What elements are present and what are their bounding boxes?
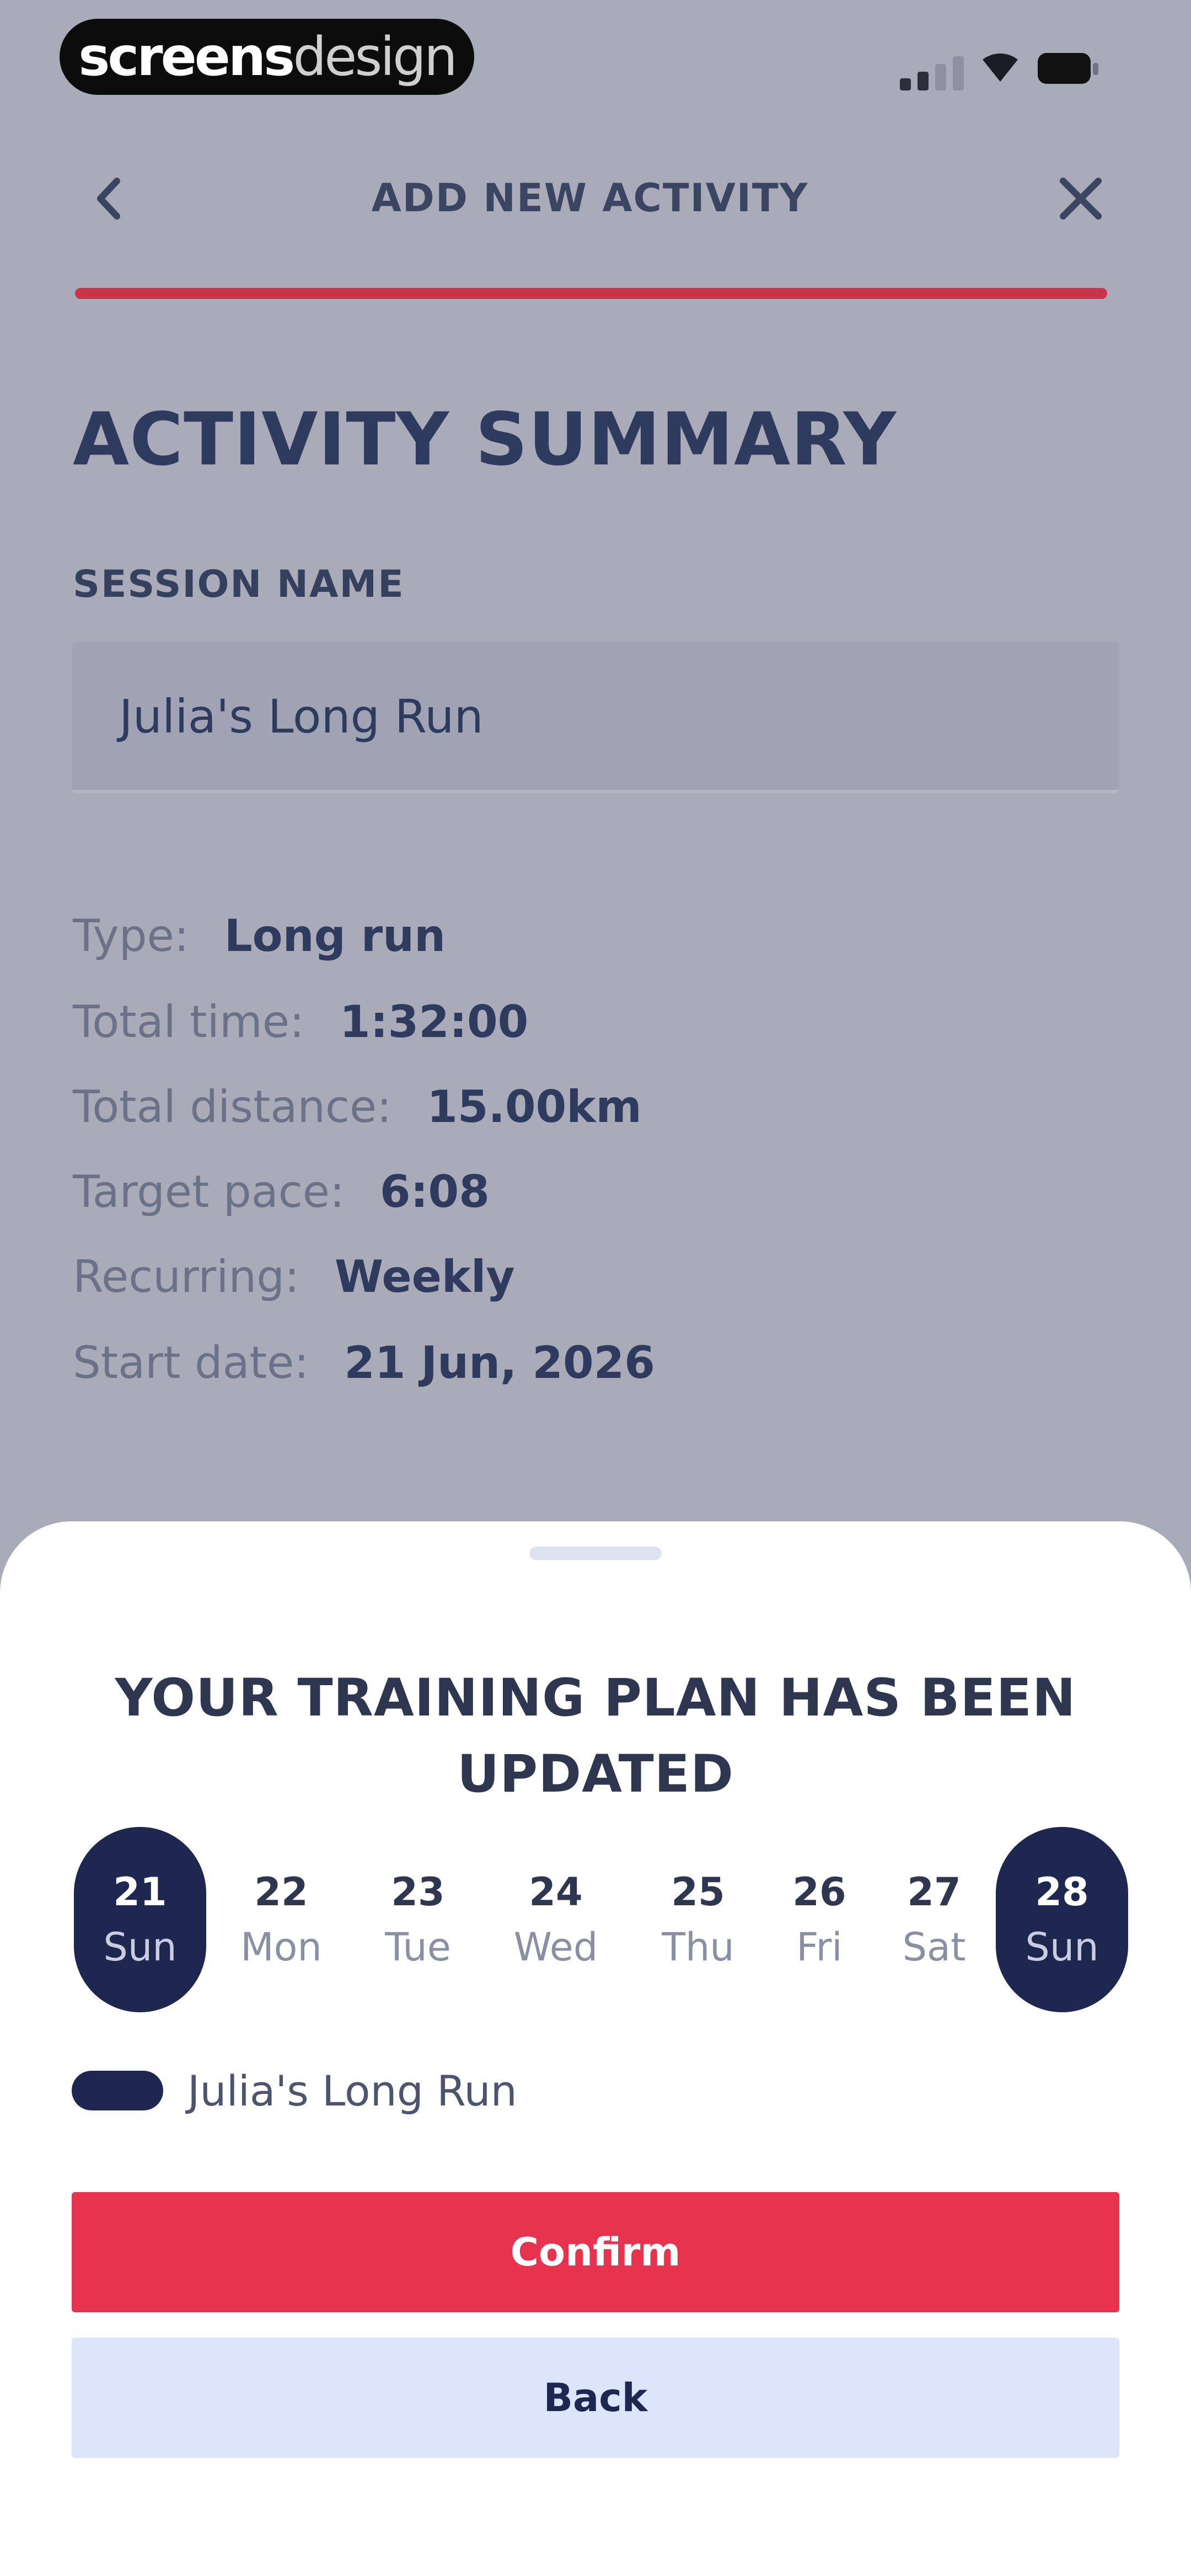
detail-label: Total distance: bbox=[73, 1081, 392, 1132]
day-name: Mon bbox=[240, 1925, 322, 1970]
day-number: 24 bbox=[529, 1869, 583, 1915]
confirm-button[interactable]: Confirm bbox=[72, 2192, 1119, 2312]
detail-value: 1:32:00 bbox=[339, 996, 529, 1047]
detail-value: Weekly bbox=[334, 1251, 515, 1302]
detail-row-start-date: Start date: 21 Jun, 2026 bbox=[73, 1337, 655, 1388]
close-icon[interactable] bbox=[1053, 171, 1108, 226]
legend-label: Julia's Long Run bbox=[187, 2066, 517, 2115]
signal-icon bbox=[900, 44, 966, 90]
day-25[interactable]: 25 Thu bbox=[643, 1827, 753, 2012]
day-number: 26 bbox=[792, 1869, 846, 1915]
watermark-light: design bbox=[293, 26, 457, 88]
day-name: Sun bbox=[103, 1925, 177, 1970]
day-24[interactable]: 24 Wed bbox=[501, 1827, 611, 2012]
detail-row-recurring: Recurring: Weekly bbox=[73, 1251, 515, 1302]
back-button[interactable]: Back bbox=[72, 2338, 1119, 2458]
day-name: Wed bbox=[513, 1925, 598, 1970]
detail-row-target-pace: Target pace: 6:08 bbox=[73, 1166, 490, 1217]
sheet-grabber[interactable] bbox=[529, 1547, 662, 1560]
page-title: ACTIVITY SUMMARY bbox=[73, 397, 897, 482]
wifi-icon bbox=[983, 53, 1018, 82]
detail-label: Recurring: bbox=[73, 1251, 299, 1302]
day-number: 28 bbox=[1035, 1869, 1089, 1915]
day-27[interactable]: 27 Sat bbox=[879, 1827, 989, 2012]
detail-value: Long run bbox=[224, 910, 446, 961]
day-21[interactable]: 21 Sun bbox=[74, 1827, 206, 2012]
day-name: Fri bbox=[796, 1925, 843, 1970]
day-number: 23 bbox=[391, 1869, 445, 1915]
legend-swatch bbox=[72, 2071, 163, 2110]
battery-icon bbox=[1038, 53, 1098, 84]
day-name: Sat bbox=[902, 1925, 966, 1970]
session-name-value: Julia's Long Run bbox=[119, 690, 484, 744]
detail-label: Start date: bbox=[73, 1337, 309, 1388]
detail-value: 21 Jun, 2026 bbox=[344, 1337, 655, 1388]
detail-row-total-time: Total time: 1:32:00 bbox=[73, 996, 528, 1047]
screensdesign-watermark: screens design bbox=[60, 19, 474, 95]
day-number: 22 bbox=[254, 1869, 308, 1915]
session-name-label: SESSION NAME bbox=[73, 563, 405, 606]
watermark-bold: screens bbox=[78, 26, 295, 88]
day-number: 27 bbox=[907, 1869, 961, 1915]
detail-label: Target pace: bbox=[73, 1166, 345, 1217]
progress-bar bbox=[75, 288, 1107, 299]
day-number: 25 bbox=[671, 1869, 725, 1915]
detail-label: Total time: bbox=[73, 996, 304, 1047]
day-name: Sun bbox=[1025, 1925, 1099, 1970]
day-number: 21 bbox=[113, 1869, 167, 1915]
day-28[interactable]: 28 Sun bbox=[996, 1827, 1128, 2012]
day-name: Tue bbox=[385, 1925, 451, 1970]
day-22[interactable]: 22 Mon bbox=[226, 1827, 336, 2012]
detail-value: 6:08 bbox=[379, 1166, 490, 1217]
chevron-left-icon[interactable] bbox=[88, 171, 132, 226]
detail-label: Type: bbox=[73, 910, 189, 961]
detail-value: 15.00km bbox=[427, 1081, 642, 1132]
day-name: Thu bbox=[662, 1925, 734, 1970]
detail-row-type: Type: Long run bbox=[73, 910, 446, 961]
detail-row-total-distance: Total distance: 15.00km bbox=[73, 1081, 642, 1132]
day-26[interactable]: 26 Fri bbox=[764, 1827, 875, 2012]
day-23[interactable]: 23 Tue bbox=[363, 1827, 473, 2012]
header-title: ADD NEW ACTIVITY bbox=[371, 175, 809, 221]
sheet-title: YOUR TRAINING PLAN HAS BEEN UPDATED bbox=[115, 1668, 1076, 1804]
